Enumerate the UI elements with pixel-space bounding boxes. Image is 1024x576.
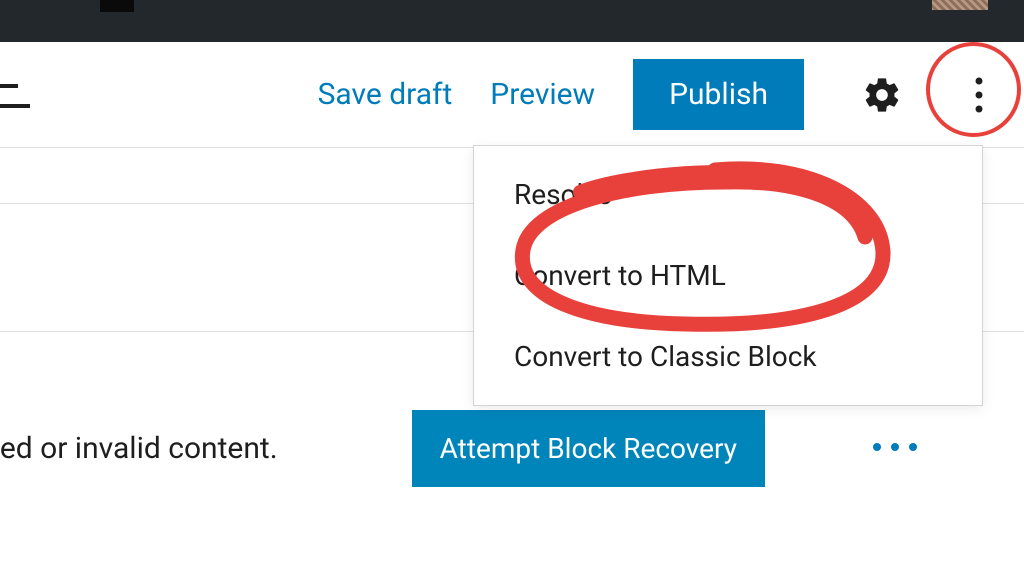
block-more-button[interactable] xyxy=(863,433,927,464)
tab-fragment xyxy=(100,0,134,12)
publish-button[interactable]: Publish xyxy=(633,59,804,130)
attempt-recovery-button[interactable]: Attempt Block Recovery xyxy=(412,410,765,487)
preview-button[interactable]: Preview xyxy=(490,77,595,112)
block-navigation-icon[interactable] xyxy=(0,80,30,112)
block-error-text: ted or invalid content. xyxy=(0,431,278,466)
avatar-thumbnail xyxy=(932,0,988,10)
horizontal-dots-icon xyxy=(871,441,919,453)
toolbar-actions: Save draft Preview Publish xyxy=(318,59,992,130)
dropdown-item-convert-classic[interactable]: Convert to Classic Block xyxy=(474,316,982,405)
more-options-button[interactable] xyxy=(966,67,992,123)
block-options-dropdown: Resolve Convert to HTML Convert to Class… xyxy=(473,145,983,406)
browser-tab-bar xyxy=(0,0,1024,42)
dropdown-item-convert-html[interactable]: Convert to HTML xyxy=(474,235,982,316)
editor-toolbar: Save draft Preview Publish xyxy=(0,42,1024,148)
gear-icon xyxy=(862,75,902,115)
save-draft-button[interactable]: Save draft xyxy=(318,77,453,112)
dropdown-item-resolve[interactable]: Resolve xyxy=(474,146,982,235)
vertical-dots-icon xyxy=(974,75,984,115)
settings-button[interactable] xyxy=(854,67,910,123)
